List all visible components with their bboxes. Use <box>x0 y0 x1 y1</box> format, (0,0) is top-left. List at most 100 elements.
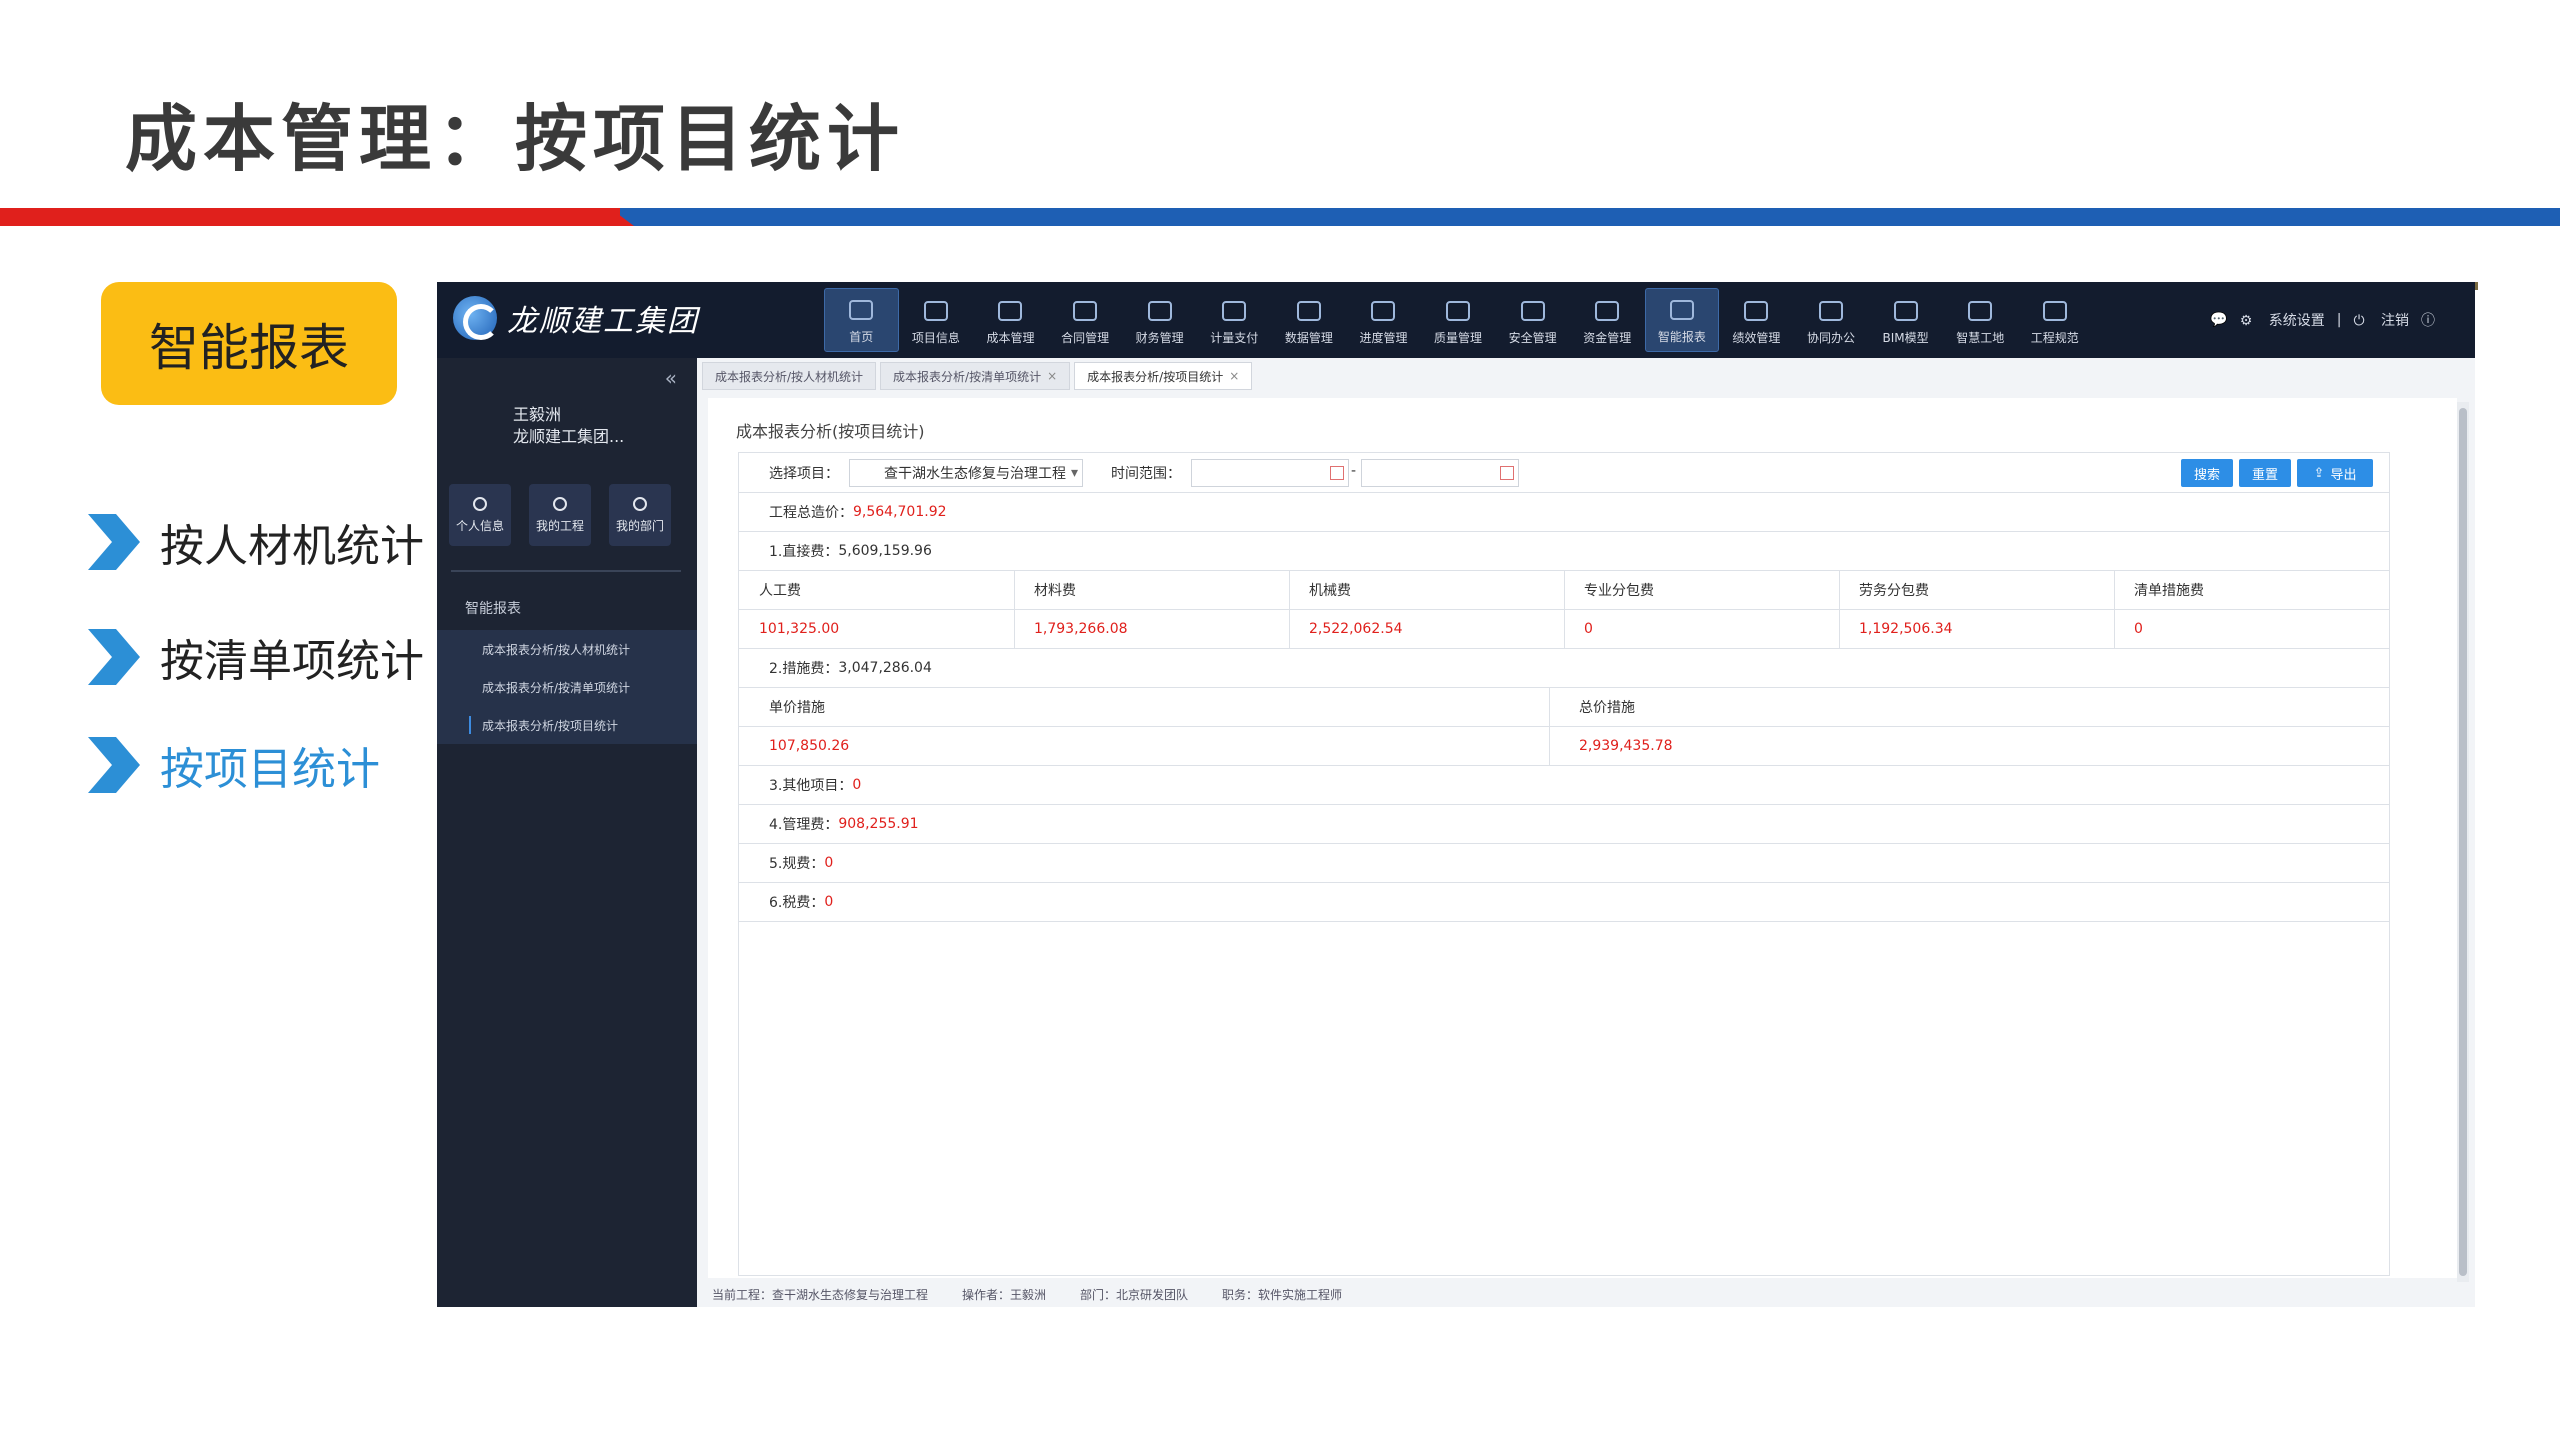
quick-personal-info[interactable]: 个人信息 <box>449 484 511 546</box>
column-divider <box>1549 688 1550 727</box>
logout-link[interactable]: ⏻ 注销 <box>2353 310 2409 330</box>
side-item-label: 按项目统计 <box>160 744 380 795</box>
nav-item-helmet[interactable]: 项目信息 <box>899 288 974 352</box>
reset-button[interactable]: 重置 <box>2239 459 2291 487</box>
other-row: 3.其他项目： 0 <box>739 766 2389 805</box>
column-divider <box>1014 571 1015 610</box>
nav-item-label: 计量支付 <box>1210 331 1259 345</box>
start-date-input[interactable] <box>1191 459 1349 487</box>
report-panel: 选择项目： 查干湖水生态修复与治理工程 ▾ 时间范围： - 搜索 重置 ⇪ 导出 … <box>738 452 2390 1276</box>
direct-header: 劳务分包费 <box>1859 583 1929 599</box>
project-label: 选择项目： <box>769 466 839 482</box>
user-info: 王毅洲 龙顺建工集团... <box>513 404 624 448</box>
title-bar-red <box>0 208 630 226</box>
collapse-icon[interactable]: « <box>665 366 677 390</box>
safety-helmet-icon <box>1520 301 1545 321</box>
quick-my-dept[interactable]: 我的部门 <box>609 484 671 546</box>
user-icon <box>473 496 487 511</box>
tab-bar: 成本报表分析/按人材机统计 成本报表分析/按清单项统计 × 成本报表分析/按项目统… <box>702 362 1256 390</box>
nav-item-bim[interactable]: BIM模型 <box>1868 288 1943 352</box>
column-divider <box>1839 571 1840 610</box>
side-item-label: 按清单项统计 <box>160 636 424 687</box>
data-icon <box>1296 301 1321 321</box>
quick-my-project[interactable]: 我的工程 <box>529 484 591 546</box>
measure-label: 2.措施费： <box>769 661 839 677</box>
nav-item-payment[interactable]: 计量支付 <box>1197 288 1272 352</box>
settings-link[interactable]: ⚙ 系统设置 <box>2240 310 2325 330</box>
export-button[interactable]: ⇪ 导出 <box>2297 459 2373 487</box>
nav-item-report[interactable]: 智能报表 <box>1644 288 1720 352</box>
nav-item-money[interactable]: 资金管理 <box>1570 288 1645 352</box>
status-role: 职务：软件实施工程师 <box>1222 1288 1343 1302</box>
app-screenshot: 龙顺建工集团 首页 项目信息 成本管理 合同管理 财务管理 计量支付 数据管理 进度管理 质量管… <box>437 282 2475 1307</box>
nav-item-label: 资金管理 <box>1583 331 1632 345</box>
chevron-right-icon <box>88 737 140 793</box>
nav-item-building[interactable]: 成本管理 <box>973 288 1048 352</box>
monitor-icon <box>849 300 874 320</box>
direct-value-cell: 0 <box>1584 621 1593 637</box>
status-bar: 当前工程：查干湖水生态修复与治理工程 操作者：王毅洲 部门：北京研发团队 职务：… <box>712 1286 1376 1303</box>
nav-item-gear[interactable]: 智慧工地 <box>1943 288 2018 352</box>
nav-item-data[interactable]: 数据管理 <box>1272 288 1347 352</box>
menu-item-project[interactable]: 成本报表分析/按项目统计 <box>437 706 697 744</box>
logo: 龙顺建工集团 <box>453 296 699 340</box>
direct-value-cell: 1,793,266.08 <box>1034 621 1128 637</box>
end-date-input[interactable] <box>1361 459 1519 487</box>
progress-icon <box>1371 301 1396 321</box>
close-icon[interactable]: × <box>1047 369 1057 383</box>
info-icon[interactable]: ⓘ <box>2421 310 2435 330</box>
side-item-labor-material: 按人材机统计 <box>82 510 424 574</box>
money-icon <box>1595 301 1620 321</box>
measure-header: 总价措施 <box>1579 700 1635 716</box>
performance-icon <box>1744 301 1769 321</box>
fee-value: 0 <box>824 855 834 871</box>
building-icon <box>998 301 1023 321</box>
nav-item-monitor[interactable]: 首页 <box>824 288 899 352</box>
nav-item-contract[interactable]: 合同管理 <box>1048 288 1123 352</box>
menu-item-labor-material[interactable]: 成本报表分析/按人材机统计 <box>437 630 697 668</box>
project-select[interactable]: 查干湖水生态修复与治理工程 ▾ <box>849 459 1083 487</box>
fee-label: 5.规费： <box>769 856 825 872</box>
main-nav: 首页 项目信息 成本管理 合同管理 财务管理 计量支付 数据管理 进度管理 质量管理 安全管理 资金… <box>824 288 2092 352</box>
report-icon <box>1669 300 1694 320</box>
nav-item-label: BIM模型 <box>1882 331 1929 345</box>
nav-item-label: 项目信息 <box>911 331 960 345</box>
tab-project[interactable]: 成本报表分析/按项目统计 × <box>1074 362 1253 390</box>
direct-header: 清单措施费 <box>2134 583 2204 599</box>
logo-icon <box>453 296 499 340</box>
column-divider <box>1564 571 1565 610</box>
nav-item-safety-helmet[interactable]: 安全管理 <box>1495 288 1570 352</box>
nav-item-performance[interactable]: 绩效管理 <box>1719 288 1794 352</box>
ruler-icon <box>2042 301 2067 321</box>
tax-label: 6.税费： <box>769 895 825 911</box>
tab-labor-material[interactable]: 成本报表分析/按人材机统计 <box>702 362 877 390</box>
title-bar-blue <box>620 208 2560 226</box>
tab-bill-item[interactable]: 成本报表分析/按清单项统计 × <box>880 362 1071 390</box>
nav-item-progress[interactable]: 进度管理 <box>1346 288 1421 352</box>
search-button[interactable]: 搜索 <box>2181 459 2233 487</box>
nav-item-finance[interactable]: 财务管理 <box>1122 288 1197 352</box>
top-bar: 龙顺建工集团 首页 项目信息 成本管理 合同管理 财务管理 计量支付 数据管理 进度管理 质量管… <box>437 282 2475 358</box>
chevron-right-icon <box>88 514 140 570</box>
chat-icon[interactable]: 💬 <box>2210 312 2227 328</box>
calendar-icon[interactable] <box>1500 466 1514 480</box>
nav-item-shield[interactable]: 质量管理 <box>1421 288 1496 352</box>
column-divider <box>1564 610 1565 649</box>
helmet-icon <box>923 301 948 321</box>
menu-head[interactable]: 智能报表 <box>465 598 521 618</box>
scrollbar-thumb[interactable] <box>2459 408 2467 1276</box>
nav-item-label: 绩效管理 <box>1732 331 1781 345</box>
nav-item-collab[interactable]: 协同办公 <box>1794 288 1869 352</box>
menu-item-bill-item[interactable]: 成本报表分析/按清单项统计 <box>437 668 697 706</box>
chevron-right-icon <box>88 629 140 685</box>
nav-item-ruler[interactable]: 工程规范 <box>2018 288 2093 352</box>
shield-icon <box>1446 301 1471 321</box>
slide-title: 成本管理：按项目统计 <box>125 97 906 181</box>
calendar-icon[interactable] <box>1330 466 1344 480</box>
measure-value-cell: 107,850.26 <box>769 738 850 754</box>
bim-icon <box>1893 301 1918 321</box>
direct-value-cell: 0 <box>2134 621 2143 637</box>
chevron-down-icon: ▾ <box>1070 465 1078 481</box>
direct-header: 专业分包费 <box>1584 583 1654 599</box>
close-icon[interactable]: × <box>1229 369 1239 383</box>
